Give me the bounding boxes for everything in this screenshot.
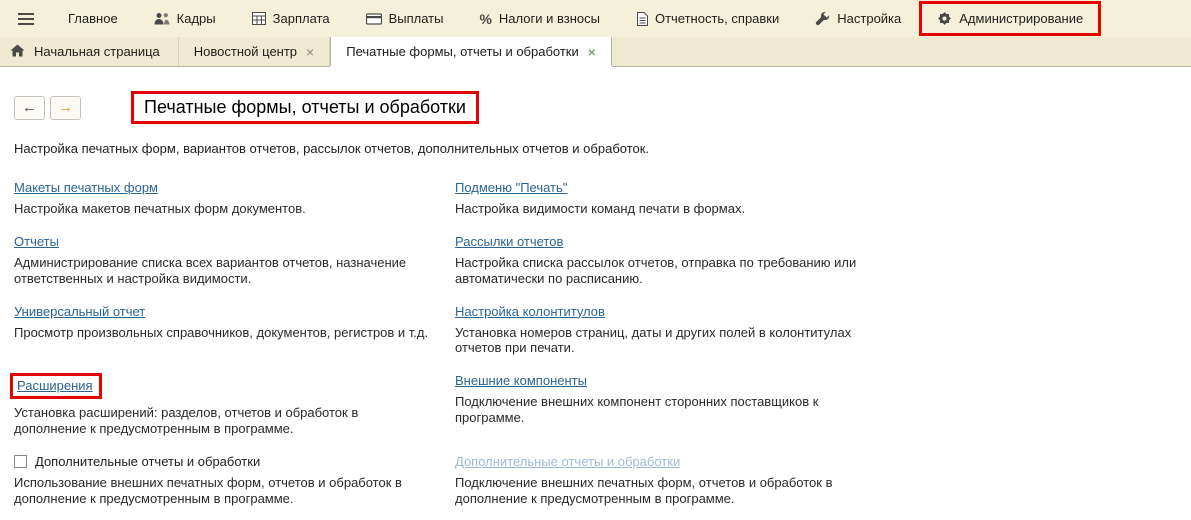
hamburger-menu-button[interactable]	[12, 5, 40, 33]
tab-label: Печатные формы, отчеты и обработки	[346, 44, 579, 59]
link-universal-report[interactable]: Универсальный отчет	[14, 304, 145, 319]
menu-item-label: Выплаты	[389, 11, 444, 26]
menu-item-main[interactable]: Главное	[50, 0, 136, 37]
link-report-mailings[interactable]: Рассылки отчетов	[455, 234, 563, 249]
menu-item-settings[interactable]: Настройка	[797, 0, 919, 37]
menu-item-label: Налоги и взносы	[499, 11, 600, 26]
section-description: Настройка списка рассылок отчетов, отпра…	[455, 255, 879, 287]
document-icon	[636, 12, 648, 26]
menu-item-label: Настройка	[837, 11, 901, 26]
section-additional-reports-link: Дополнительные отчеты и обработки Подклю…	[455, 454, 1015, 507]
menu-item-reporting[interactable]: Отчетность, справки	[618, 0, 797, 37]
tab-label: Начальная страница	[34, 44, 160, 59]
section-print-form-layouts: Макеты печатных форм Настройка макетов п…	[14, 180, 455, 217]
additional-reports-checkbox[interactable]	[14, 455, 27, 468]
page-subtitle: Настройка печатных форм, вариантов отчет…	[14, 141, 1191, 156]
section-description: Администрирование списка всех вариантов …	[14, 255, 431, 287]
tab-bar: Начальная страница Новостной центр × Печ…	[0, 37, 1191, 67]
checkbox-label: Дополнительные отчеты и обработки	[35, 454, 260, 469]
top-menu-bar: Главное Кадры	[0, 0, 1191, 37]
link-headers-footers[interactable]: Настройка колонтитулов	[455, 304, 605, 319]
section-description: Подключение внешних компонент сторонних …	[455, 394, 879, 426]
section-headers-footers: Настройка колонтитулов Установка номеров…	[455, 304, 1015, 357]
section-description: Настройка видимости команд печати в форм…	[455, 201, 879, 217]
link-print-form-layouts[interactable]: Макеты печатных форм	[14, 180, 158, 195]
section-description: Использование внешних печатных форм, отч…	[14, 475, 431, 507]
menu-item-salary[interactable]: Зарплата	[234, 0, 348, 37]
title-row: ← → Печатные формы, отчеты и обработки	[14, 91, 1191, 124]
menu-item-label: Зарплата	[273, 11, 330, 26]
section-report-mailings: Рассылки отчетов Настройка списка рассыл…	[455, 234, 1015, 287]
tab-home[interactable]: Начальная страница	[0, 37, 179, 66]
close-icon[interactable]: ×	[306, 45, 314, 59]
tab-print-forms-reports[interactable]: Печатные формы, отчеты и обработки ×	[330, 37, 612, 66]
menu-item-hr[interactable]: Кадры	[136, 0, 234, 37]
section-description: Установка расширений: разделов, отчетов …	[14, 405, 431, 437]
section-universal-report: Универсальный отчет Просмотр произвольны…	[14, 304, 455, 357]
section-reports: Отчеты Администрирование списка всех вар…	[14, 234, 455, 287]
forward-button[interactable]: →	[50, 96, 81, 120]
section-external-components: Внешние компоненты Подключение внешних к…	[455, 373, 1015, 437]
section-description: Установка номеров страниц, даты и других…	[455, 325, 879, 357]
section-description: Настройка макетов печатных форм документ…	[14, 201, 431, 217]
section-description: Просмотр произвольных справочников, доку…	[14, 325, 431, 341]
home-icon	[10, 44, 25, 60]
menu-item-label: Главное	[68, 11, 118, 26]
link-external-components[interactable]: Внешние компоненты	[455, 373, 587, 388]
settings-links-grid: Макеты печатных форм Настройка макетов п…	[14, 180, 1191, 507]
payment-card-icon	[366, 13, 382, 25]
gear-icon	[937, 11, 952, 26]
close-icon[interactable]: ×	[588, 45, 596, 59]
page-content: ← → Печатные формы, отчеты и обработки Н…	[0, 91, 1191, 507]
link-reports[interactable]: Отчеты	[14, 234, 59, 249]
link-extensions[interactable]: Расширения	[17, 378, 93, 393]
section-additional-reports-toggle: Дополнительные отчеты и обработки Исполь…	[14, 454, 455, 507]
section-print-submenu: Подменю "Печать" Настройка видимости ком…	[455, 180, 1015, 217]
menu-item-taxes[interactable]: % Налоги и взносы	[461, 0, 618, 37]
back-button[interactable]: ←	[14, 96, 45, 120]
forward-arrow-icon: →	[58, 99, 73, 116]
menu-item-payments[interactable]: Выплаты	[348, 0, 462, 37]
back-arrow-icon: ←	[22, 99, 37, 116]
app-window: Главное Кадры	[0, 0, 1191, 507]
menu-item-label: Кадры	[177, 11, 216, 26]
calculator-icon	[252, 12, 266, 25]
section-extensions: Расширения Установка расширений: раздело…	[14, 373, 455, 437]
tab-news-center[interactable]: Новостной центр ×	[179, 37, 330, 66]
section-description: Подключение внешних печатных форм, отчет…	[455, 475, 879, 507]
percent-icon: %	[479, 11, 491, 27]
wrench-icon	[815, 11, 830, 26]
menu-item-label: Отчетность, справки	[655, 11, 779, 26]
checkbox-row: Дополнительные отчеты и обработки	[14, 454, 431, 469]
people-icon	[154, 12, 170, 25]
annotation-highlight: Расширения	[10, 373, 102, 399]
link-print-submenu[interactable]: Подменю "Печать"	[455, 180, 567, 195]
menu-item-label: Администрирование	[959, 11, 1083, 26]
hamburger-icon	[18, 13, 34, 15]
tab-label: Новостной центр	[194, 44, 297, 59]
page-title: Печатные формы, отчеты и обработки	[131, 91, 479, 124]
menu-item-administration[interactable]: Администрирование	[919, 1, 1101, 36]
link-additional-reports-disabled[interactable]: Дополнительные отчеты и обработки	[455, 454, 680, 469]
